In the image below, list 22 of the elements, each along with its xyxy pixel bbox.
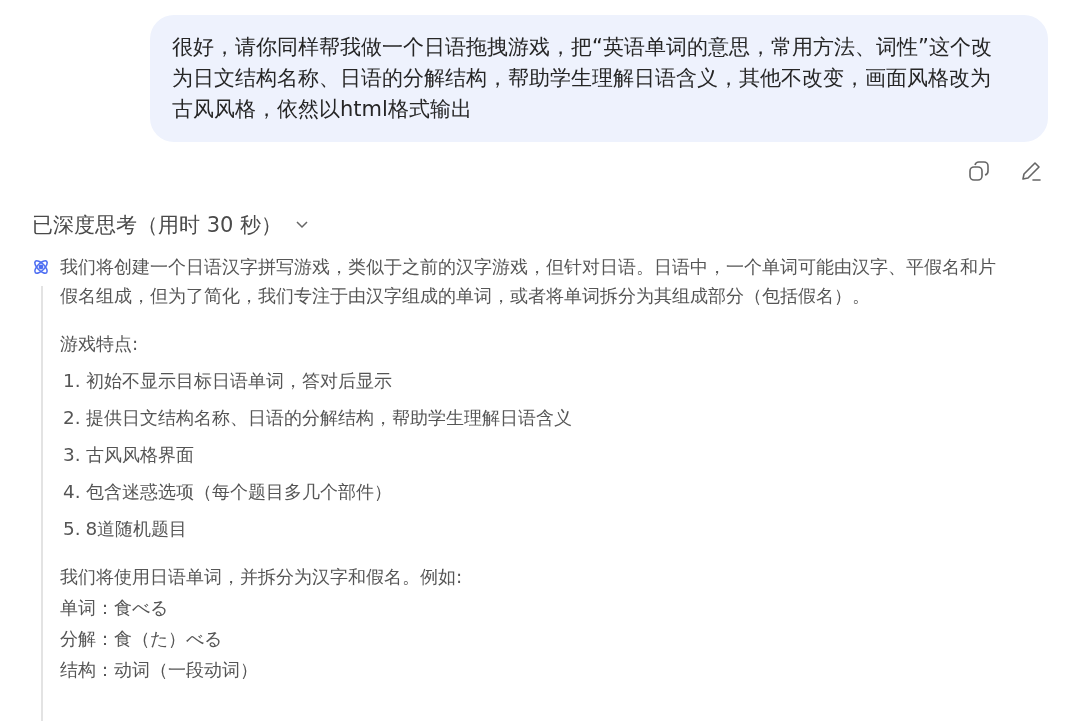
text-line: 结构：动词（一段动词） [60, 658, 259, 682]
list-number: 1. [63, 369, 81, 393]
chevron-down-icon [296, 221, 309, 229]
thinking-paragraph: 我们将创建一个日语汉字拼写游戏，类似于之前的汉字游戏，但针对日语。日语中，一个单词可能由汉字、平假名和片 假名组成，但为了简化，我们专注于由汉字组成的单词，或者将单词拆分为其组成部分（包括假名）。 [60, 255, 997, 308]
copy-icon[interactable] [968, 160, 990, 182]
list-number: 5. [63, 517, 81, 541]
list-item-text: 包含迷惑选项（每个题目多几个部件） [85, 480, 392, 504]
list-number: 4. [63, 480, 81, 504]
list-item-text: 初始不显示目标日语单词，答对后显示 [85, 369, 392, 393]
list-item-text: 8道随机题目 [85, 517, 188, 541]
text-line: 单词：食べる [60, 596, 169, 620]
features-heading: 游戏特点: [60, 332, 140, 356]
text-line: 分解：食（た）べる [60, 627, 223, 651]
thinking-toggle[interactable]: 已深度思考（用时 30 秒） [32, 212, 309, 238]
list-item-text: 古风风格界面 [85, 443, 194, 467]
list-number: 2. [63, 406, 81, 430]
edit-icon[interactable] [1020, 160, 1042, 182]
list-number: 3. [63, 443, 81, 467]
list-item-text: 提供日文结构名称、日语的分解结构，帮助学生理解日语含义 [85, 406, 572, 430]
atom-icon [32, 258, 50, 276]
text-line: 我们将使用日语单词，并拆分为汉字和假名。例如: [60, 565, 464, 589]
user-message: 很好，请你同样帮我做一个日语拖拽游戏，把“英语单词的意思，常用方法、词性”这个改 为日文结构名称、日语的分解结构，帮助学生理解日语含义，其他不改变，画面风格改为 古风风格，依然以html格式输出 [150, 15, 1048, 142]
